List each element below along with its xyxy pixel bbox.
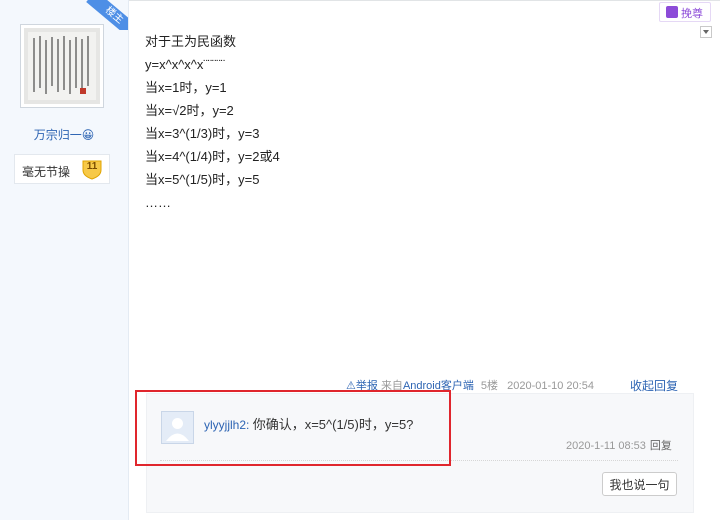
wanzun-button[interactable]: 挽尊 — [659, 2, 711, 22]
wanzun-icon — [666, 6, 678, 18]
post-line: 当x=5^(1/5)时，y=5 — [145, 172, 260, 187]
op-corner-tag: 楼主 — [86, 0, 128, 30]
floor-number: 5楼 — [480, 380, 499, 392]
wanzun-label: 挽尊 — [681, 8, 703, 20]
post-menu-dropdown-icon[interactable] — [700, 26, 712, 38]
post-line: 当x=3^(1/3)时，y=3 — [145, 126, 260, 141]
post-line: 当x=1时，y=1 — [145, 80, 227, 95]
post-time: 2020-01-10 20:54 — [507, 380, 594, 392]
collapse-replies-link[interactable]: 收起回复 — [630, 377, 678, 394]
level-title: 毫无节操 — [22, 165, 71, 179]
reply-time: 2020-1-11 08:53 — [566, 440, 646, 452]
highlight-box — [135, 390, 451, 466]
post-line: y=x^x^x^x¨¨¨¨¨ — [145, 57, 226, 72]
post-line: 当x=√2时，y=2 — [145, 103, 234, 118]
op-tag-label: 楼主 — [86, 0, 128, 30]
level-number: 11 — [86, 161, 98, 172]
post-line: 当x=4^(1/4)时，y=2或4 — [145, 149, 280, 164]
calligraphy-image-icon — [24, 28, 100, 104]
post-line: 对于王为民函数 — [145, 34, 237, 49]
author-sidebar: 楼主 万宗归一😀 毫无节操 11 — [0, 0, 129, 520]
author-avatar[interactable] — [20, 24, 104, 108]
post-line: …… — [145, 195, 171, 210]
level-badge-box[interactable]: 毫无节操 11 — [14, 154, 110, 184]
reply-meta: 2020-1-11 08:53 回复 — [566, 437, 672, 453]
reply-link[interactable]: 回复 — [650, 440, 672, 452]
post-content: 对于王为民函数 y=x^x^x^x¨¨¨¨¨ 当x=1时，y=1 当x=√2时，… — [145, 30, 280, 214]
say-something-button[interactable]: 我也说一句 — [602, 472, 677, 496]
author-username[interactable]: 万宗归一😀 — [0, 126, 128, 143]
level-badge-icon: 11 — [81, 158, 103, 180]
